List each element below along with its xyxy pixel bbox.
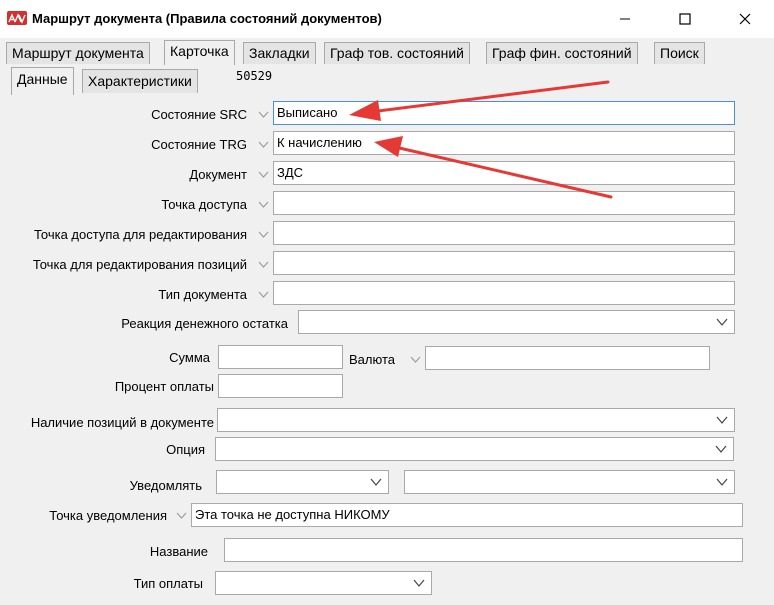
- state-trg-label: Состояние TRG: [151, 137, 247, 152]
- subtab-data[interactable]: Данные: [11, 67, 74, 95]
- edit-access-point-dropdown[interactable]: [255, 224, 271, 244]
- doc-type-dropdown[interactable]: [255, 284, 271, 304]
- access-point-field[interactable]: [273, 191, 735, 215]
- chevron-down-icon: [715, 445, 727, 453]
- close-icon: [739, 13, 751, 25]
- chevron-down-icon: [716, 478, 728, 486]
- edit-positions-point-field[interactable]: [273, 251, 735, 275]
- edit-positions-point-dropdown[interactable]: [255, 254, 271, 274]
- positions-presence-select[interactable]: [217, 408, 735, 432]
- notify-select-2[interactable]: [404, 470, 735, 494]
- document-id: 50529: [236, 69, 273, 83]
- minimize-icon: [620, 18, 630, 20]
- title-bar: Маршрут документа (Правила состояний док…: [0, 0, 774, 38]
- sum-field[interactable]: [218, 345, 343, 369]
- chevron-down-icon: [258, 111, 268, 118]
- chevron-down-icon: [258, 291, 268, 298]
- chevron-down-icon: [716, 318, 728, 326]
- pay-percent-label: Процент оплаты: [114, 379, 214, 394]
- state-src-field[interactable]: Выписано: [273, 101, 735, 125]
- chevron-down-icon: [258, 141, 268, 148]
- window-title: Маршрут документа (Правила состояний док…: [32, 11, 382, 26]
- maximize-button[interactable]: [662, 0, 708, 38]
- sum-label: Сумма: [169, 350, 210, 365]
- tab-card[interactable]: Карточка: [164, 40, 235, 65]
- chevron-down-icon: [258, 261, 268, 268]
- document-label: Документ: [189, 167, 247, 182]
- chevron-down-icon: [716, 416, 728, 424]
- option-label: Опция: [166, 442, 205, 457]
- close-button[interactable]: [722, 0, 768, 38]
- edit-positions-point-label: Точка для редактирования позиций: [32, 257, 247, 272]
- sub-tabs: Данные Характеристики: [0, 67, 774, 95]
- doc-type-label: Тип документа: [158, 287, 247, 302]
- positions-presence-label: Наличие позиций в документе: [30, 415, 214, 430]
- name-label: Название: [149, 544, 208, 559]
- state-src-dropdown[interactable]: [255, 104, 271, 124]
- state-src-label: Состояние SRC: [151, 107, 247, 122]
- notify-label: Уведомлять: [129, 478, 202, 493]
- document-dropdown[interactable]: [255, 164, 271, 184]
- notify-point-dropdown[interactable]: [173, 505, 189, 525]
- subtab-characteristics[interactable]: Характеристики: [82, 69, 198, 93]
- pay-percent-field[interactable]: [218, 374, 343, 398]
- currency-label: Валюта: [349, 352, 395, 367]
- chevron-down-icon: [370, 478, 382, 486]
- notify-select-1[interactable]: [216, 470, 389, 494]
- maximize-icon: [679, 13, 691, 25]
- state-trg-dropdown[interactable]: [255, 134, 271, 154]
- notify-point-field[interactable]: Эта точка не доступна НИКОМУ: [191, 503, 743, 527]
- access-point-label: Точка доступа: [161, 197, 247, 212]
- chevron-down-icon: [410, 356, 420, 363]
- tab-route[interactable]: Маршрут документа: [6, 42, 150, 64]
- pay-type-label: Тип оплаты: [133, 576, 203, 591]
- document-field[interactable]: ЗДС: [273, 161, 735, 185]
- chevron-down-icon: [258, 171, 268, 178]
- money-reaction-label: Реакция денежного остатка: [121, 316, 288, 331]
- money-reaction-select[interactable]: [298, 310, 735, 334]
- chevron-down-icon: [258, 201, 268, 208]
- chevron-down-icon: [176, 512, 186, 519]
- notify-point-label: Точка уведомления: [49, 508, 167, 523]
- pay-type-select[interactable]: [215, 571, 432, 595]
- tab-goods-graph[interactable]: Граф тов. состояний: [324, 42, 470, 64]
- main-tabs: Маршрут документа Карточка Закладки Граф…: [0, 40, 774, 65]
- chevron-down-icon: [413, 579, 425, 587]
- currency-field[interactable]: [425, 346, 710, 370]
- access-point-dropdown[interactable]: [255, 194, 271, 214]
- edit-access-point-label: Точка доступа для редактирования: [33, 227, 247, 242]
- chevron-down-icon: [258, 231, 268, 238]
- app-logo-icon: [7, 11, 27, 25]
- name-field[interactable]: [224, 538, 743, 562]
- tab-fin-graph[interactable]: Граф фин. состояний: [486, 42, 638, 64]
- doc-type-field[interactable]: [273, 281, 735, 305]
- currency-dropdown[interactable]: [407, 349, 423, 369]
- minimize-button[interactable]: [602, 0, 648, 38]
- tab-bookmarks[interactable]: Закладки: [243, 42, 316, 64]
- option-select[interactable]: [215, 437, 734, 461]
- tab-search[interactable]: Поиск: [654, 42, 705, 64]
- state-trg-field[interactable]: К начислению: [273, 131, 735, 155]
- edit-access-point-field[interactable]: [273, 221, 735, 245]
